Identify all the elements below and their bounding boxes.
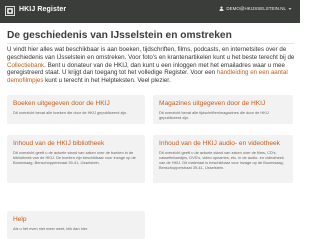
card-title[interactable]: Inhoud van de HKIJ bibliotheek	[13, 140, 140, 148]
page-title: De geschiedenis van IJsselstein en omstr…	[7, 30, 232, 41]
intro-paragraph: U vindt hier alles wat beschikbaar is aa…	[7, 46, 296, 85]
chevron-down-icon	[288, 7, 292, 10]
card-help[interactable]: Help Als u het even niet meer weet, klik…	[7, 211, 145, 239]
hkij-logo-icon[interactable]	[5, 6, 15, 16]
card-bibliotheek[interactable]: Inhoud van de HKIJ bibliotheek Dit overz…	[7, 135, 145, 183]
user-email: DEMO@HKIJSSELSTEIN.NL	[226, 6, 286, 11]
card-audio-videotheek[interactable]: Inhoud van de HKIJ audio- en videotheek …	[153, 135, 293, 183]
user-icon	[219, 6, 224, 11]
title-divider	[7, 43, 294, 44]
intro-text-1: U vindt hier alles wat beschikbaar is aa…	[7, 46, 295, 61]
intro-text-3: kunt u terecht in het Helpteksten. Veel …	[43, 77, 171, 85]
card-title[interactable]: Magazines uitgegeven door de HKIJ	[159, 100, 288, 108]
card-description: Als u het even niet meer weet, klik dan …	[13, 226, 89, 231]
card-title[interactable]: Inhoud van de HKIJ audio- en videotheek	[159, 140, 288, 148]
card-magazines[interactable]: Magazines uitgegeven door de HKIJ Dit ov…	[153, 95, 293, 124]
card-title[interactable]: Help	[13, 216, 140, 224]
card-boeken[interactable]: Boeken uitgegeven door de HKIJ Dit overz…	[7, 95, 145, 124]
brand-title[interactable]: HKIJ Register	[19, 6, 66, 13]
top-navbar: HKIJ Register DEMO@HKIJSSELSTEIN.NL	[0, 0, 300, 23]
card-description: Dit overzicht bevat alle tijdschriften/m…	[159, 110, 269, 121]
card-description: Dit overzicht geeft u de actuele stand v…	[159, 150, 284, 171]
user-menu[interactable]: DEMO@HKIJSSELSTEIN.NL	[219, 6, 292, 11]
card-title[interactable]: Boeken uitgegeven door de HKIJ	[13, 100, 140, 108]
card-description: Dit overzicht geeft u de actuele stand v…	[13, 150, 136, 166]
collectiebank-link[interactable]: Collectiebank	[7, 62, 44, 69]
card-description: Dit overzicht bevat alle boeken die door…	[13, 110, 128, 115]
